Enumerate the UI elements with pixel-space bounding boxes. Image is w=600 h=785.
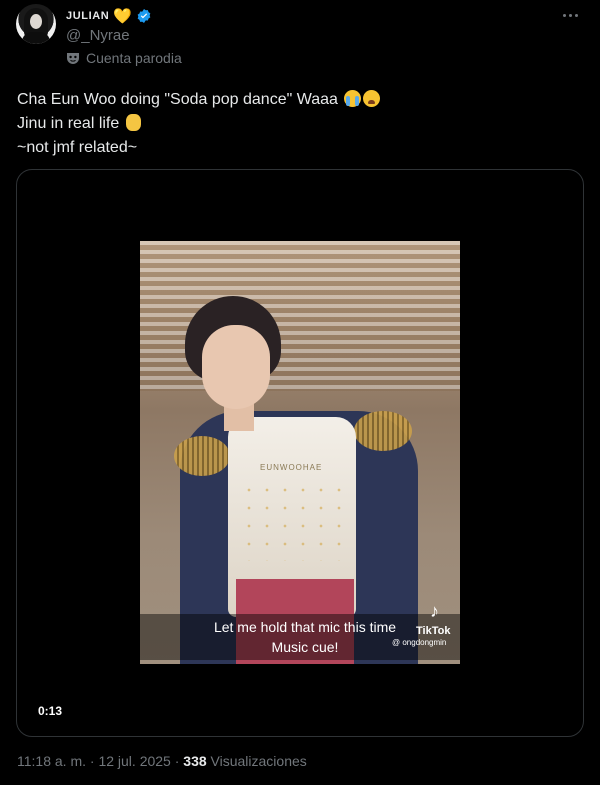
left-epaulette	[174, 436, 230, 476]
more-options-icon[interactable]	[558, 6, 582, 24]
tweet-line-1: Cha Eun Woo doing "Soda pop dance" Waaa	[17, 88, 577, 112]
tweet-metadata: 11:18 a. m. · 12 jul. 2025 · 338 Visuali…	[17, 753, 307, 769]
tweet-line-1-text: Cha Eun Woo doing "Soda pop dance" Waaa	[17, 91, 338, 108]
author-handle[interactable]: @_Nyrae	[66, 27, 130, 44]
parody-account-label: Cuenta parodia	[66, 50, 182, 66]
views-label: Visualizaciones	[206, 753, 307, 769]
video-caption-line-1: Let me hold that mic this time	[213, 619, 397, 635]
video-timer: 0:13	[38, 704, 63, 718]
display-name[interactable]: JULIAN	[66, 10, 109, 22]
avatar[interactable]	[16, 4, 56, 44]
verified-badge-icon	[137, 9, 151, 23]
tiktok-handle: @ ongdongmin	[392, 638, 447, 647]
tweet-text: Cha Eun Woo doing "Soda pop dance" Waaa …	[17, 88, 577, 160]
views-count: 338	[183, 753, 207, 769]
avatar-body	[22, 32, 50, 44]
yellow-heart-icon: 💛	[113, 7, 133, 25]
video-player[interactable]: EUNWOOHAE Let me hold that mic this time…	[16, 169, 584, 737]
author-name-row[interactable]: JULIAN 💛	[66, 7, 152, 25]
tweet-line-3: ~not jmf related~	[17, 136, 577, 160]
right-epaulette	[354, 411, 412, 451]
video-frame[interactable]: EUNWOOHAE Let me hold that mic this time…	[140, 241, 460, 664]
parody-label-text: Cuenta parodia	[86, 50, 182, 66]
parody-mask-icon	[67, 53, 79, 64]
timestamp[interactable]: 11:18 a. m. · 12 jul. 2025 ·	[17, 753, 183, 769]
tired-face-emoji-icon	[363, 90, 381, 107]
tweet-line-2: Jinu in real life	[17, 112, 577, 136]
tiktok-logo-icon: ♪	[430, 601, 439, 621]
tweet-line-3-text: ~not jmf related~	[17, 139, 138, 156]
loudly-crying-emoji-icon	[344, 90, 362, 107]
performer-face	[202, 325, 270, 409]
avatar-face	[30, 14, 42, 29]
pointing-hand-emoji-icon	[125, 114, 141, 131]
tweet-line-2-text: Jinu in real life	[17, 115, 120, 132]
gold-embroidery	[240, 481, 346, 561]
tiktok-label: TikTok	[416, 625, 451, 637]
vest-text: EUNWOOHAE	[260, 463, 323, 472]
stage-lights-background	[140, 241, 460, 391]
